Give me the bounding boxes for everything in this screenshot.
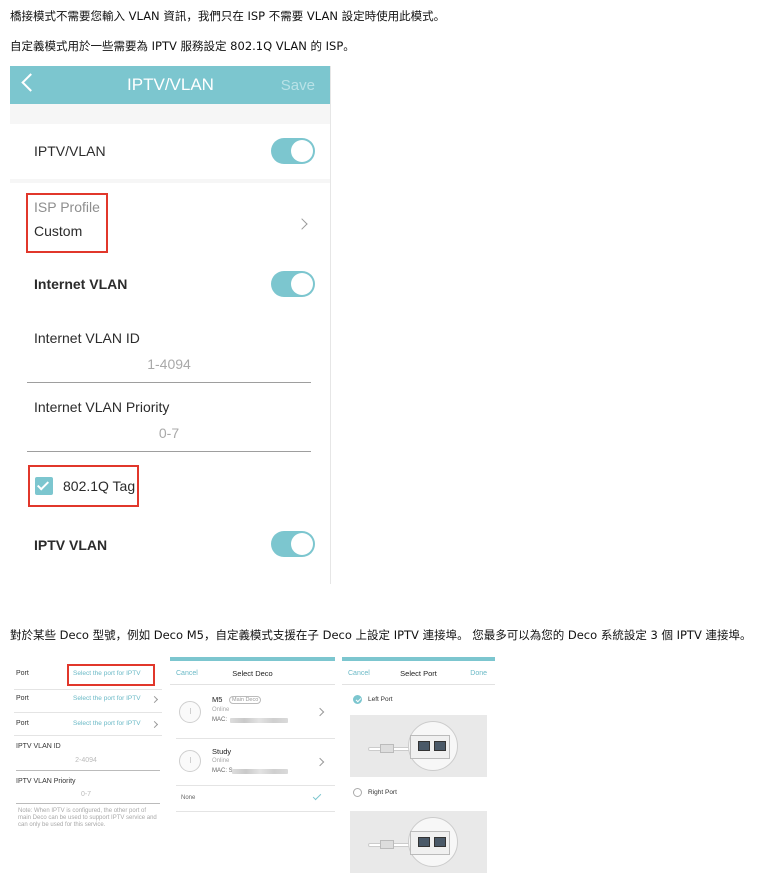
isp-profile-value: Custom	[34, 223, 83, 239]
chevron-right-icon	[315, 757, 325, 767]
none-label: None	[181, 795, 196, 801]
internet-vlan-id-label: Internet VLAN ID	[34, 330, 140, 346]
deco-none-option[interactable]: None	[170, 788, 335, 810]
port-jack-icon	[434, 837, 446, 847]
iptv-vlan-label: IPTV/VLAN	[34, 143, 106, 159]
select-port-link[interactable]: Select the port for IPTV	[73, 720, 141, 727]
internet-vlan-id-input[interactable]: 1-4094	[27, 356, 311, 372]
radio-unselected-icon[interactable]	[353, 788, 362, 797]
save-button[interactable]: Save	[281, 77, 315, 94]
chevron-right-icon	[150, 720, 159, 729]
port-jack-icon	[434, 741, 446, 751]
iptv-vlan-section-toggle[interactable]	[271, 531, 315, 557]
intro-line-1: 橋接模式不需要您輸入 VLAN 資訊，我們只在 ISP 不需要 VLAN 設定時…	[10, 9, 446, 23]
radio-selected-icon[interactable]	[353, 695, 362, 704]
check-icon	[36, 478, 50, 491]
divider	[176, 738, 335, 739]
divider	[176, 811, 335, 812]
internet-vlan-label: Internet VLAN	[34, 276, 128, 292]
iptv-vlan-row: IPTV/VLAN	[10, 124, 330, 179]
divider	[176, 785, 335, 786]
select-deco-screen: Cancel Select Deco M5 Main Deco Online M…	[170, 657, 335, 812]
right-port-option[interactable]: Right Port	[342, 786, 495, 800]
divider	[27, 382, 311, 383]
deco-status: Online	[212, 758, 230, 764]
done-button[interactable]: Done	[470, 670, 487, 677]
iptv-vlan-id-input[interactable]: 2-4094	[16, 757, 156, 764]
deco-device-icon	[179, 750, 201, 772]
iptv-vlan-priority-label: IPTV VLAN Priority	[16, 778, 76, 785]
port-label: Port	[16, 670, 29, 677]
iptv-vlan-id-label: IPTV VLAN ID	[16, 743, 61, 750]
right-port-label: Right Port	[368, 789, 397, 796]
divider	[14, 712, 162, 713]
middle-paragraph: 對於某些 Deco 型號，例如 Deco M5，自定義模式支援在子 Deco 上…	[10, 628, 752, 642]
port-jack-icon	[418, 741, 430, 751]
redacted-mac	[230, 718, 288, 723]
deco-list-item[interactable]: Study Online MAC: S	[170, 741, 335, 785]
port-label: Port	[16, 695, 29, 702]
chevron-right-icon	[150, 695, 159, 704]
check-icon	[312, 791, 322, 801]
divider	[16, 770, 160, 771]
internet-vlan-priority-label: Internet VLAN Priority	[34, 399, 170, 415]
divider	[27, 451, 311, 452]
isp-profile-row[interactable]: ISP Profile Custom	[10, 183, 330, 263]
select-deco-header: Cancel Select Deco	[170, 661, 335, 685]
settings-card: ISP Profile Custom Internet VLAN Interne…	[10, 183, 330, 584]
deco-list-item[interactable]: M5 Main Deco Online MAC:	[170, 689, 335, 735]
divider	[14, 735, 162, 736]
tag-8021q-label: 802.1Q Tag	[63, 478, 136, 494]
deco-name: M5	[212, 695, 223, 704]
deco-status: Online	[212, 707, 230, 713]
select-port-header: Cancel Select Port Done	[342, 661, 495, 685]
iptv-vlan-toggle[interactable]	[271, 138, 315, 164]
tag-8021q-checkbox[interactable]	[35, 477, 53, 495]
select-port-link[interactable]: Select the port for IPTV	[73, 695, 141, 702]
select-deco-title: Select Deco	[232, 669, 273, 678]
divider	[14, 689, 162, 690]
left-port-label: Left Port	[368, 696, 393, 703]
intro-line-2: 自定義模式用於一些需要為 IPTV 服務設定 802.1Q VLAN 的 ISP…	[10, 39, 355, 53]
chevron-right-icon	[296, 218, 308, 230]
divider	[16, 803, 160, 804]
iptv-vlan-priority-input[interactable]: 0-7	[16, 791, 156, 798]
internet-vlan-toggle[interactable]	[271, 271, 315, 297]
port-settings-screen: Port Select the port for IPTV Port Selec…	[10, 660, 165, 840]
select-port-screen: Cancel Select Port Done Left Port Right …	[342, 657, 495, 873]
redacted-mac	[232, 769, 288, 774]
deco-mac: MAC: S	[212, 768, 233, 774]
plug-icon	[380, 744, 394, 753]
right-port-image	[350, 811, 487, 873]
left-port-image	[350, 715, 487, 777]
iptv-note: Note: When IPTV is configured, the other…	[18, 808, 157, 828]
app-header: IPTV/VLAN Save	[10, 66, 330, 104]
isp-profile-label: ISP Profile	[34, 199, 100, 215]
iptv-vlan-screen: IPTV/VLAN Save IPTV/VLAN ISP Profile Cus…	[10, 66, 331, 584]
iptv-vlan-section-label: IPTV VLAN	[34, 537, 108, 553]
chevron-right-icon	[315, 707, 325, 717]
internet-vlan-priority-input[interactable]: 0-7	[27, 425, 311, 441]
deco-mac: MAC:	[212, 717, 227, 723]
plug-icon	[380, 840, 394, 849]
deco-device-icon	[179, 701, 201, 723]
port-label: Port	[16, 720, 29, 727]
left-port-option[interactable]: Left Port	[342, 693, 495, 707]
port-jack-icon	[418, 837, 430, 847]
select-port-link[interactable]: Select the port for IPTV	[73, 670, 141, 677]
deco-name: Study	[212, 747, 232, 756]
main-deco-badge: Main Deco	[229, 696, 262, 704]
